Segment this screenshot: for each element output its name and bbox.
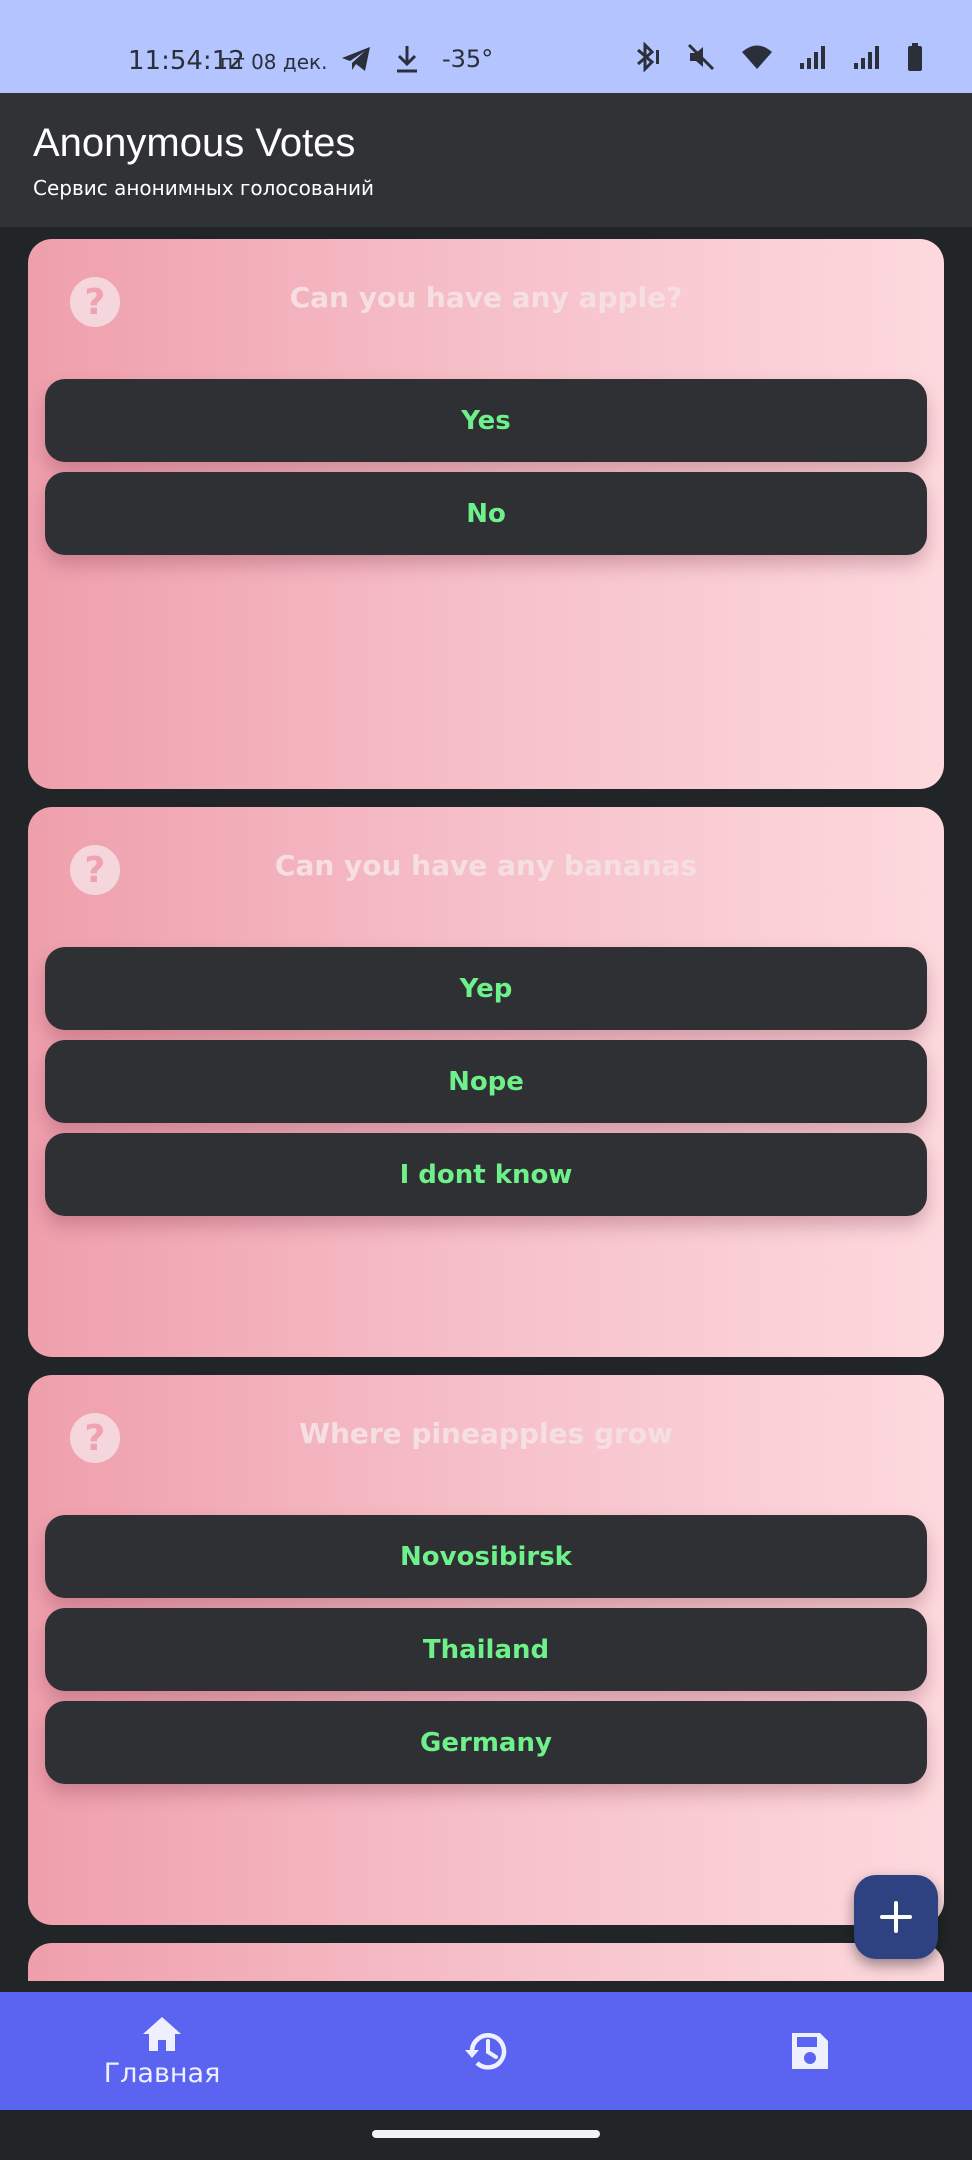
poll-card: ? Where pineapples grow Novosibirsk Thai… (28, 1375, 944, 1925)
more-vert-icon[interactable] (884, 279, 896, 325)
signal-icon-2 (854, 46, 879, 69)
poll-card-header: ? Can you have any apple? (28, 239, 944, 379)
poll-option-button[interactable]: I dont know (45, 1133, 927, 1216)
poll-option-button[interactable]: Thailand (45, 1608, 927, 1691)
poll-options: Yes No (28, 379, 944, 555)
poll-options: Yep Nope I dont know (28, 947, 944, 1216)
poll-card-partial (28, 1943, 944, 1981)
more-vert-icon[interactable] (884, 847, 896, 893)
poll-option-button[interactable]: Yes (45, 379, 927, 462)
question-icon: ? (70, 277, 120, 327)
plus-icon (880, 1901, 912, 1933)
nav-item-save[interactable] (648, 1992, 972, 2110)
status-left-icons: -35° (340, 44, 493, 74)
poll-question: Where pineapples grow (299, 1417, 673, 1450)
status-temperature: -35° (442, 45, 494, 73)
polls-feed[interactable]: ? Can you have any apple? Yes No ? Can y… (0, 227, 972, 1981)
nav-item-history[interactable] (324, 1992, 648, 2110)
poll-question: Can you have any apple? (289, 281, 683, 314)
app-bar: Anonymous Votes Сервис анонимных голосов… (0, 93, 972, 227)
home-indicator[interactable] (372, 2130, 600, 2138)
add-poll-button[interactable] (854, 1875, 938, 1959)
home-icon (143, 2016, 181, 2051)
question-icon: ? (70, 845, 120, 895)
poll-card: ? Can you have any bananas Yep Nope I do… (28, 807, 944, 1357)
more-vert-icon[interactable] (884, 1415, 896, 1461)
telegram-icon (342, 47, 370, 71)
bottom-nav: Главная (0, 1992, 972, 2110)
poll-option-button[interactable]: No (45, 472, 927, 555)
screen: 11:54:12 пт 08 дек. -35° Anonymous Votes… (0, 0, 972, 2160)
poll-options: Novosibirsk Thailand Germany (28, 1515, 944, 1784)
status-bar: 11:54:12 пт 08 дек. -35° (0, 0, 972, 93)
nav-label-home: Главная (103, 2057, 221, 2089)
poll-card-header: ? Where pineapples grow (28, 1375, 944, 1515)
poll-option-button[interactable]: Novosibirsk (45, 1515, 927, 1598)
save-icon (792, 2033, 828, 2069)
poll-question: Can you have any bananas (274, 849, 698, 882)
app-subtitle: Сервис анонимных голосований (33, 176, 375, 200)
poll-option-button[interactable]: Nope (45, 1040, 927, 1123)
poll-card-header: ? Can you have any bananas (28, 807, 944, 947)
nav-item-home[interactable]: Главная (0, 1992, 324, 2110)
bluetooth-icon (637, 42, 659, 72)
status-date: пт 08 дек. (220, 50, 328, 74)
battery-icon (908, 43, 922, 71)
poll-option-button[interactable]: Germany (45, 1701, 927, 1784)
question-icon: ? (70, 1413, 120, 1463)
signal-icon (800, 46, 825, 69)
status-right-icons (632, 42, 924, 72)
history-icon (465, 2033, 507, 2070)
app-title: Anonymous Votes (33, 121, 356, 165)
wifi-icon (742, 45, 772, 69)
poll-option-button[interactable]: Yep (45, 947, 927, 1030)
poll-card: ? Can you have any apple? Yes No (28, 239, 944, 789)
mute-icon (687, 43, 715, 71)
download-icon (397, 46, 417, 73)
